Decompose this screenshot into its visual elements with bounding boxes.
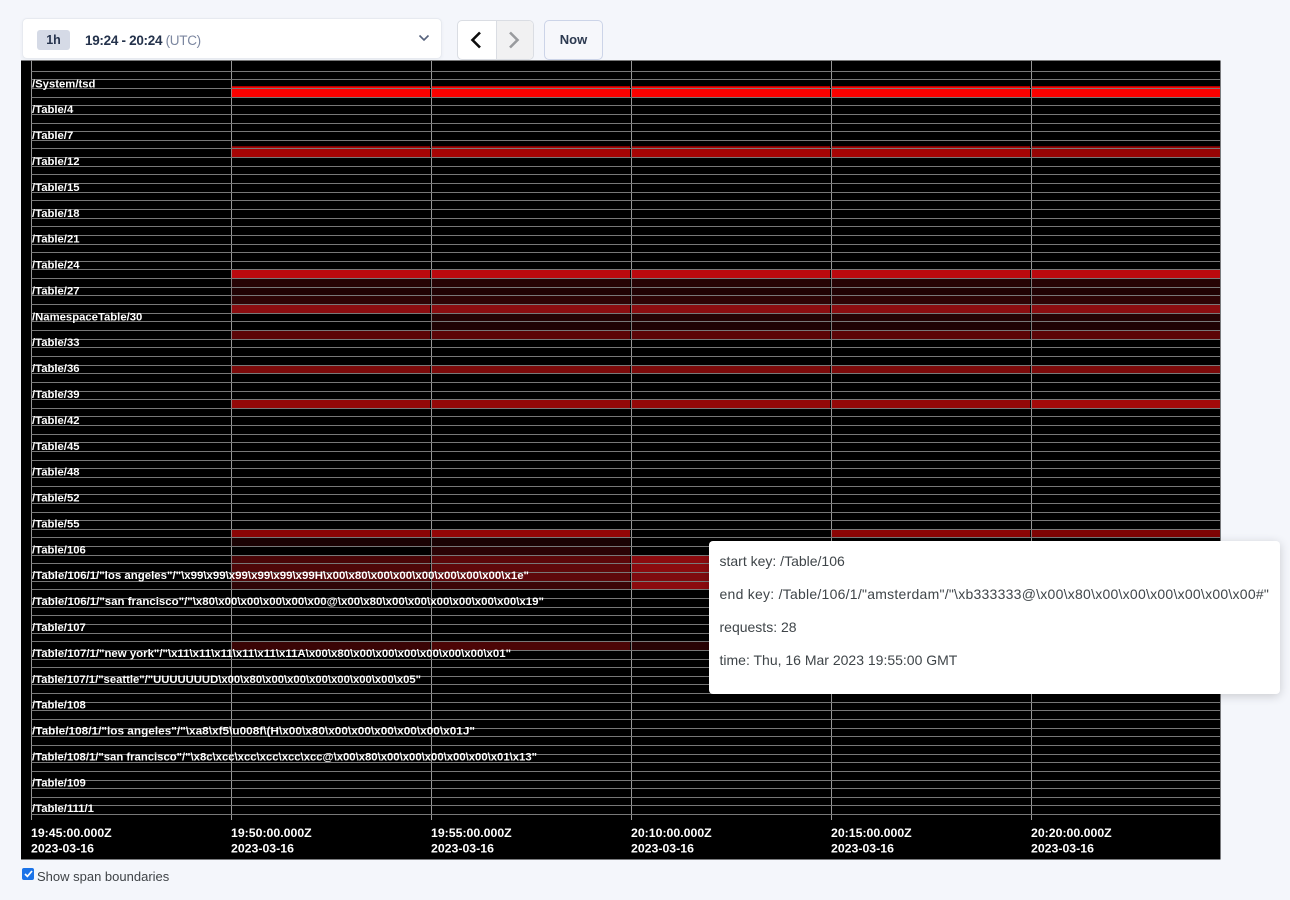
svg-text:/Table/24: /Table/24	[32, 260, 80, 272]
svg-text:2023-03-16: 2023-03-16	[431, 842, 494, 856]
svg-text:/Table/33: /Table/33	[32, 337, 80, 349]
svg-text:19:45:00.000Z: 19:45:00.000Z	[31, 826, 112, 840]
svg-text:/Table/109: /Table/109	[32, 777, 86, 789]
svg-text:/Table/108: /Table/108	[32, 700, 86, 712]
svg-text:/Table/15: /Table/15	[32, 182, 80, 194]
svg-text:/Table/108/1/"san francisco"/": /Table/108/1/"san francisco"/"\x8c\xcc\x…	[32, 751, 537, 763]
svg-text:/Table/21: /Table/21	[32, 234, 80, 246]
svg-text:2023-03-16: 2023-03-16	[1031, 842, 1094, 856]
svg-text:/System/tsd: /System/tsd	[32, 78, 96, 90]
svg-text:/Table/108/1/"los angeles"/"\x: /Table/108/1/"los angeles"/"\xa8\xf5\u00…	[32, 726, 475, 738]
svg-text:/Table/106/1/"san francisco"/": /Table/106/1/"san francisco"/"\x80\x00\x…	[32, 596, 544, 608]
svg-text:/Table/52: /Table/52	[32, 493, 80, 505]
svg-text:/Table/111/1: /Table/111/1	[32, 803, 94, 815]
svg-text:/Table/36: /Table/36	[32, 363, 80, 375]
svg-text:/Table/4: /Table/4	[32, 104, 74, 116]
svg-text:/Table/45: /Table/45	[32, 441, 80, 453]
svg-text:/Table/42: /Table/42	[32, 415, 80, 427]
svg-text:/Table/106/1/"los angeles"/"\x: /Table/106/1/"los angeles"/"\x99\x99\x99…	[32, 570, 529, 582]
svg-text:/NamespaceTable/30: /NamespaceTable/30	[32, 311, 142, 323]
svg-text:19:50:00.000Z: 19:50:00.000Z	[231, 826, 312, 840]
svg-text:/Table/39: /Table/39	[32, 389, 80, 401]
svg-text:20:20:00.000Z: 20:20:00.000Z	[1031, 826, 1112, 840]
svg-text:/Table/7: /Table/7	[32, 130, 73, 142]
svg-text:2023-03-16: 2023-03-16	[631, 842, 694, 856]
svg-text:/Table/27: /Table/27	[32, 285, 80, 297]
svg-text:19:55:00.000Z: 19:55:00.000Z	[431, 826, 512, 840]
svg-text:/Table/107/1/"new york"/"\x11\: /Table/107/1/"new york"/"\x11\x11\x11\x1…	[32, 648, 511, 660]
svg-text:/Table/107: /Table/107	[32, 622, 86, 634]
svg-text:2023-03-16: 2023-03-16	[31, 842, 94, 856]
svg-text:20:15:00.000Z: 20:15:00.000Z	[831, 826, 912, 840]
svg-text:/Table/107/1/"seattle"/"UUUUUU: /Table/107/1/"seattle"/"UUUUUUUD\x00\x80…	[32, 674, 421, 686]
svg-text:/Table/106: /Table/106	[32, 544, 86, 556]
svg-text:2023-03-16: 2023-03-16	[831, 842, 894, 856]
svg-text:/Table/18: /Table/18	[32, 208, 80, 220]
svg-text:/Table/48: /Table/48	[32, 467, 80, 479]
svg-text:/Table/12: /Table/12	[32, 156, 80, 168]
svg-text:2023-03-16: 2023-03-16	[231, 842, 294, 856]
svg-text:/Table/55: /Table/55	[32, 518, 80, 530]
svg-text:20:10:00.000Z: 20:10:00.000Z	[631, 826, 712, 840]
